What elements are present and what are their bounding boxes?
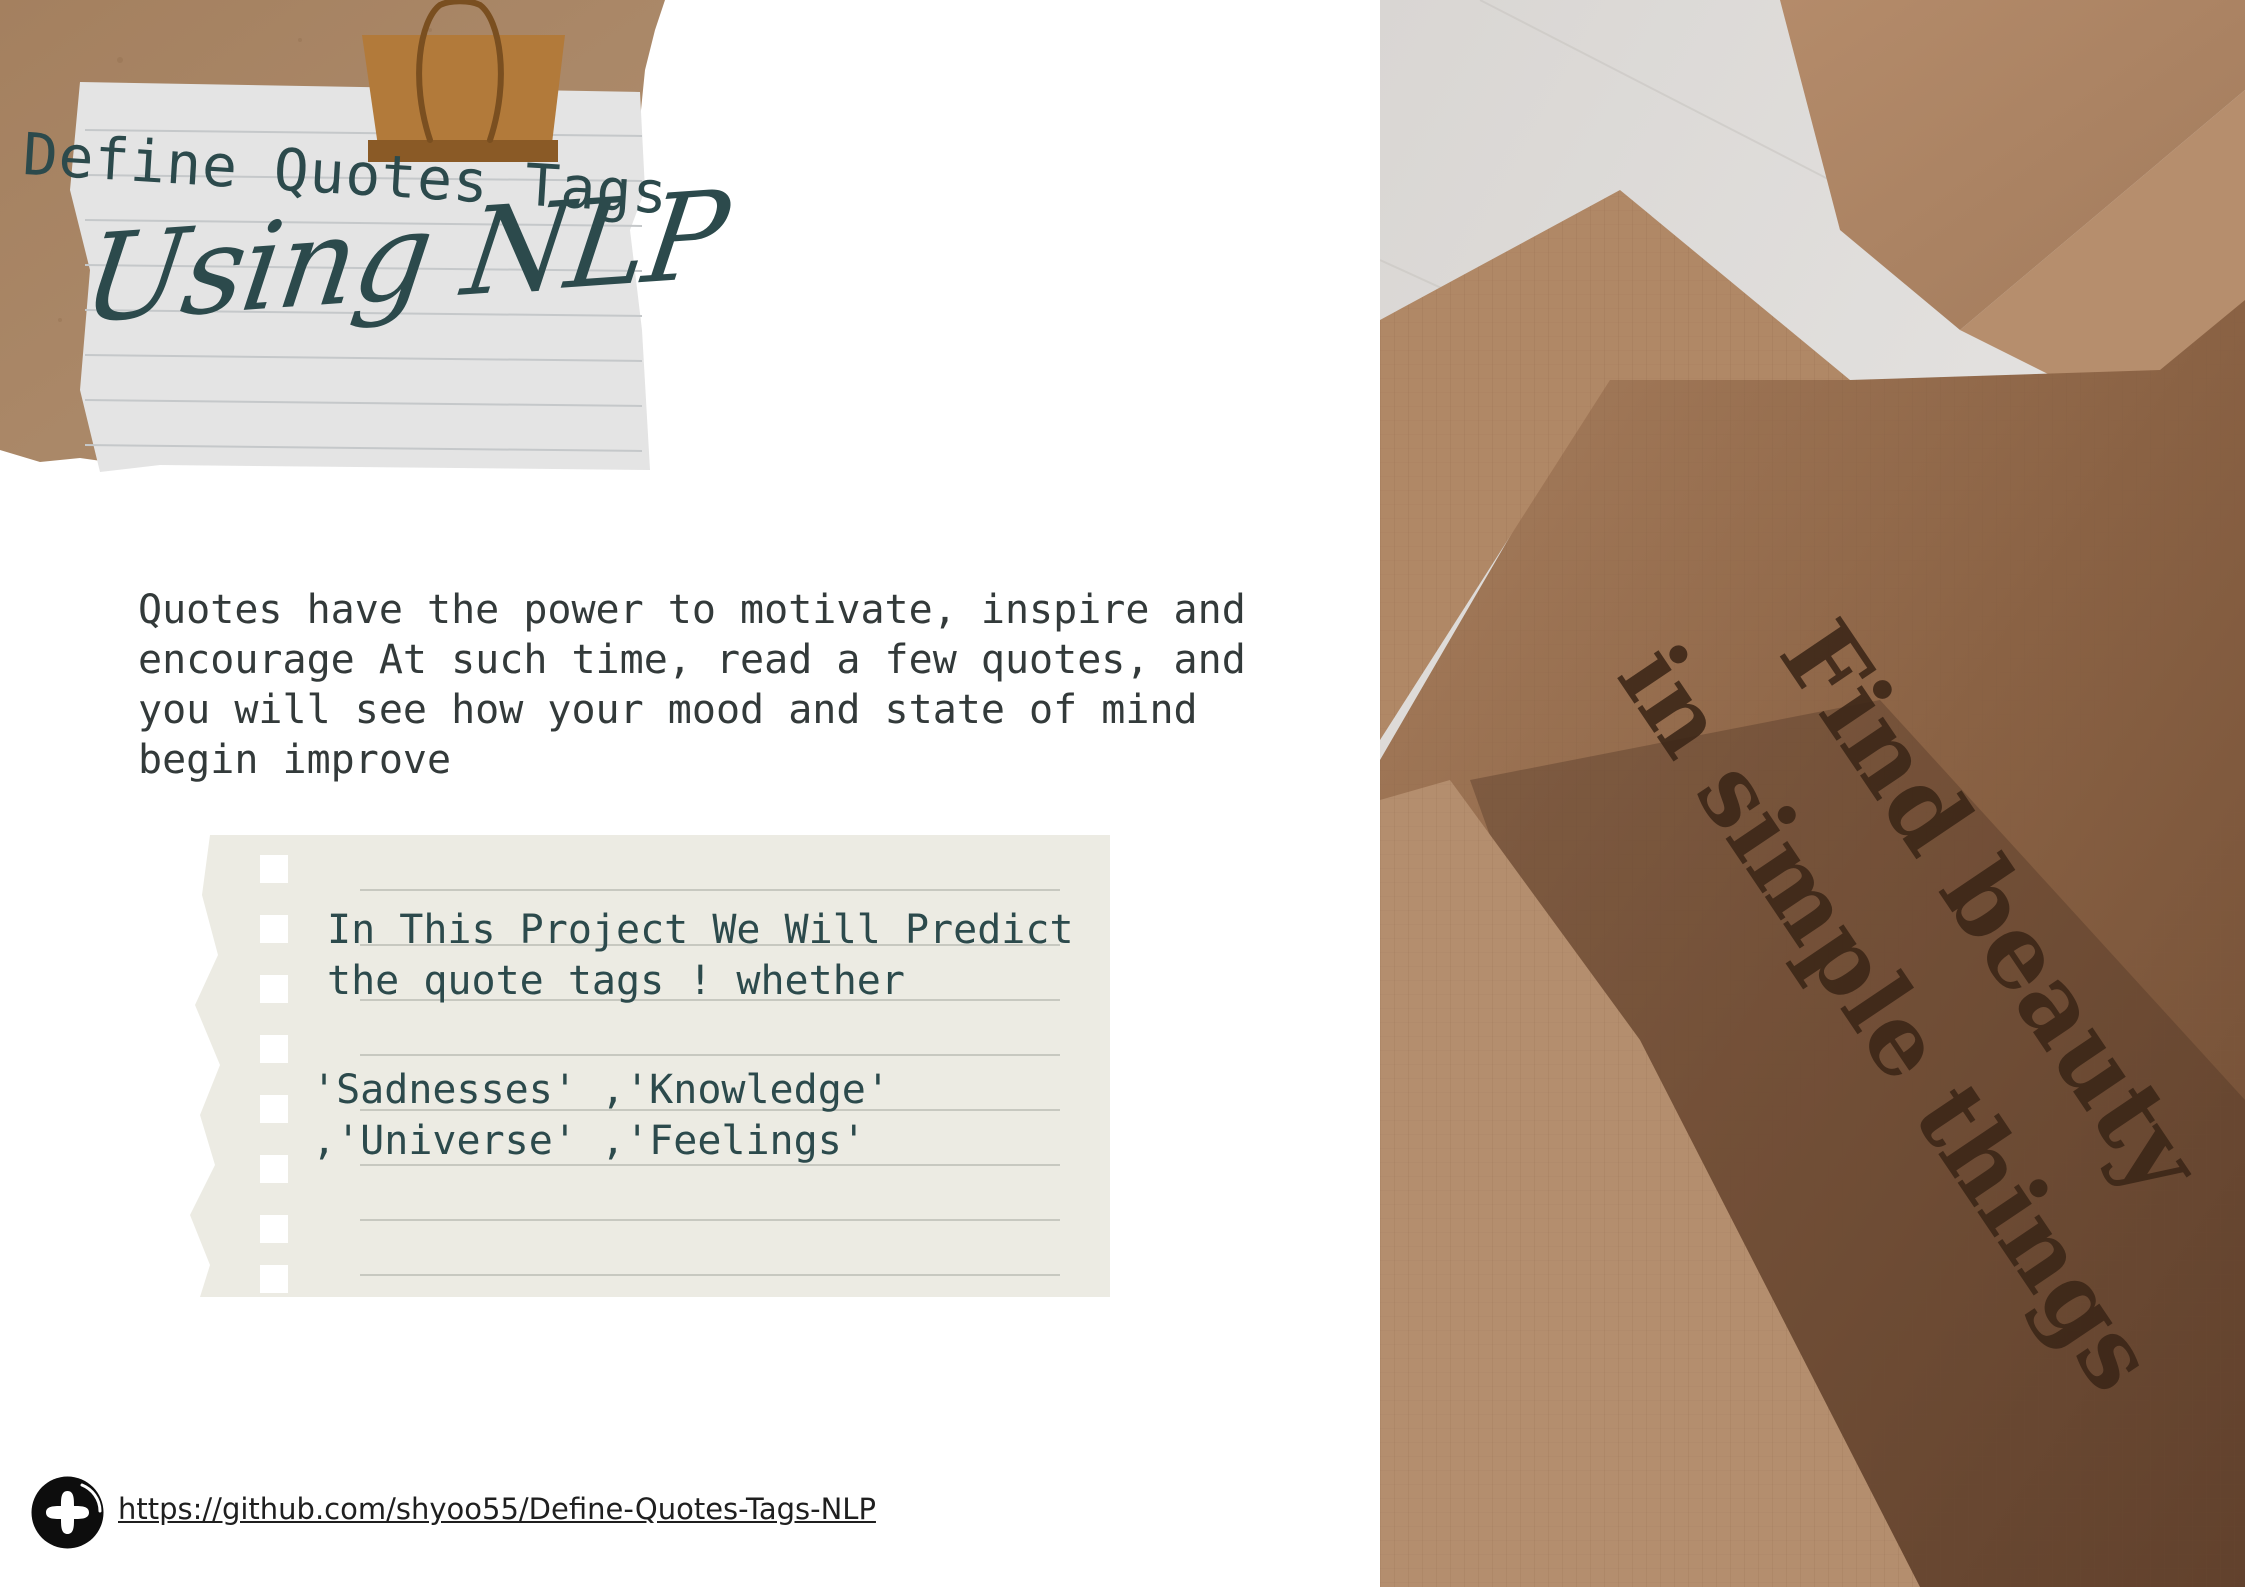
plus-circle-icon xyxy=(31,1476,104,1549)
intro-paragraph: Quotes have the power to motivate, inspi… xyxy=(138,587,1246,783)
note-tags-line: 'Sadnesses' ,'Knowledge' ,'Universe' ,'F… xyxy=(312,1067,890,1164)
github-link[interactable]: https://github.com/shyoo55/Define-Quotes… xyxy=(118,1492,876,1526)
note-project-line: In This Project We Will Predict the quot… xyxy=(327,907,1074,1004)
